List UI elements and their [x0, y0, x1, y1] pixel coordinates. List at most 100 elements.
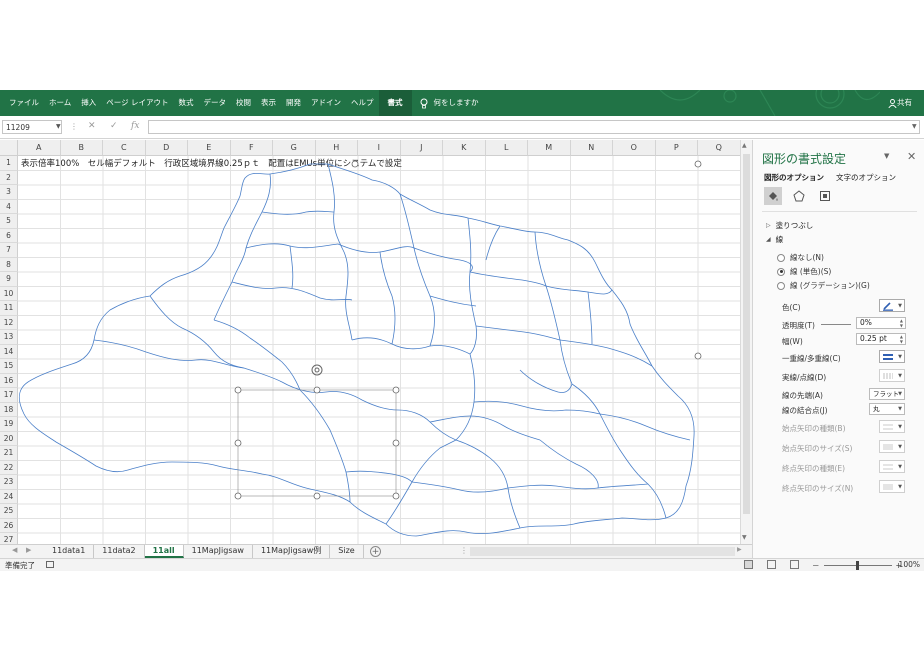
scroll-up-icon[interactable]: ▲ [742, 142, 747, 149]
formula-input[interactable] [148, 120, 920, 134]
next-sheet-icon[interactable]: ▶ [26, 546, 31, 554]
tab-formulas[interactable]: 数式 [174, 90, 199, 116]
map-border-38 [587, 291, 593, 345]
prev-sheet-icon[interactable]: ◀ [12, 546, 17, 554]
tab-text-options[interactable]: 文字のオプション [836, 172, 896, 183]
tab-view[interactable]: 表示 [256, 90, 281, 116]
radio-dot[interactable] [777, 281, 785, 290]
window-top-blank [0, 0, 924, 90]
pane-divider [762, 211, 917, 212]
line-color-button[interactable]: ▼ [879, 299, 905, 312]
pane-options-dropdown-icon[interactable]: ▼ [884, 152, 889, 160]
map-border-7 [243, 367, 363, 401]
expand-formula-bar-icon[interactable]: ▼ [912, 123, 917, 130]
resize-handle [694, 352, 702, 360]
tab-file[interactable]: ファイル [4, 90, 44, 116]
effects-icon[interactable] [790, 187, 808, 205]
sheet-tab-bar: ◀ ▶ 11data1 11data2 11all 11MapJigsaw 11… [0, 544, 752, 558]
tab-help[interactable]: ヘルプ [346, 90, 379, 116]
scroll-right-icon[interactable]: ▶ [737, 546, 742, 553]
zoom-slider-thumb[interactable] [855, 561, 859, 570]
resize-handle [313, 492, 321, 500]
fill-section-header[interactable]: ▷ 塗りつぶし [766, 220, 813, 231]
pane-title: 図形の書式設定 [762, 152, 847, 166]
transparency-input[interactable]: 0% ▲ ▼ [856, 317, 906, 329]
resize-handle [392, 492, 400, 500]
status-ready-label: 準備完了 [5, 561, 35, 570]
compound-type-button[interactable]: ▼ [879, 350, 905, 363]
join-type-select[interactable]: 丸 ▼ [869, 403, 905, 415]
enter-formula-icon[interactable]: ✓ [110, 121, 118, 131]
scroll-down-icon[interactable]: ▼ [742, 534, 747, 541]
name-box-dropdown-icon[interactable]: ▼ [56, 123, 61, 130]
normal-view-icon[interactable] [744, 560, 753, 569]
tab-home[interactable]: ホーム [44, 90, 76, 116]
end-arrow-type-button[interactable]: ▼ [879, 460, 905, 473]
radio-dot-selected[interactable] [777, 267, 785, 276]
tab-review[interactable]: 校閲 [231, 90, 256, 116]
sheet-tab-11mapjigsaw-example[interactable]: 11MapJigsaw例 [253, 545, 331, 558]
vertical-scrollbar[interactable]: ▲ ▼ [740, 140, 752, 544]
page-break-view-icon[interactable] [790, 560, 799, 569]
name-box[interactable]: 11209 [2, 120, 62, 134]
line-section-header[interactable]: ◢ 線 [766, 234, 783, 245]
pane-tabs: 図形のオプション 文字のオプション [764, 172, 896, 183]
size-properties-icon[interactable] [816, 187, 834, 205]
sheet-tab-size[interactable]: Size [330, 545, 364, 558]
begin-arrow-type-button[interactable]: ▼ [879, 420, 905, 433]
dash-type-button[interactable]: ▼ [879, 369, 905, 382]
tell-me-box[interactable]: 何をしますか [420, 90, 479, 116]
tab-developer[interactable]: 開発 [281, 90, 306, 116]
tab-insert[interactable]: 挿入 [76, 90, 101, 116]
chevron-down-icon: ▼ [898, 443, 902, 450]
tab-shape-options[interactable]: 図形のオプション [764, 172, 824, 183]
worksheet-grid[interactable]: ABCDEFGHIJKLMNOPQ 1 2 3 4 5 6 7 8 9 10 11 12 13 14 15 1… [0, 140, 740, 544]
cap-type-label: 線の先端(A) [782, 391, 823, 400]
zoom-percent[interactable]: 100% [899, 560, 920, 569]
sheet-tab-11all[interactable]: 11all [144, 545, 184, 558]
map-border-32 [289, 245, 294, 289]
add-sheet-button[interactable]: + [370, 546, 381, 557]
tab-page-layout[interactable]: ページ レイアウト [101, 90, 173, 116]
fill-line-icon[interactable] [764, 187, 782, 205]
view-switcher [744, 560, 799, 569]
tab-addins[interactable]: アドイン [306, 90, 346, 116]
chevron-down-icon: ▼ [898, 483, 902, 490]
share-button[interactable]: 共有 [888, 90, 912, 116]
prefecture-map-shape[interactable] [0, 140, 740, 544]
radio-dot[interactable] [777, 253, 785, 262]
sheet-tab-11data2[interactable]: 11data2 [94, 545, 145, 558]
zoom-out-button[interactable]: － [812, 560, 820, 571]
cancel-formula-icon[interactable]: ✕ [88, 121, 96, 131]
tab-data[interactable]: データ [199, 90, 232, 116]
sheet-tab-11data1[interactable]: 11data1 [44, 545, 95, 558]
formula-bar: 11209 ▼ ⋮ ✕ ✓ fx ▼ [0, 116, 924, 139]
radio-no-line[interactable]: 線なし(N) [777, 252, 824, 263]
radio-label: 線なし(N) [790, 253, 824, 262]
begin-arrow-size-button[interactable]: ▼ [879, 440, 905, 453]
map-border-16 [545, 285, 613, 295]
spinner-arrows-icon[interactable]: ▲ ▼ [900, 334, 903, 344]
horizontal-scrollbar[interactable] [470, 547, 735, 556]
map-border-19 [559, 339, 653, 367]
transparency-slider[interactable] [821, 324, 851, 325]
spinner-arrows-icon[interactable]: ▲ ▼ [900, 318, 903, 328]
page-layout-view-icon[interactable] [767, 560, 776, 569]
chevron-down-icon: ▼ [898, 391, 902, 397]
end-arrow-size-button[interactable]: ▼ [879, 480, 905, 493]
tab-split-handle-icon[interactable]: ⋮ [460, 546, 468, 555]
macro-record-icon[interactable] [46, 561, 54, 568]
cap-type-select[interactable]: フラット ▼ [869, 388, 905, 400]
chevron-down-icon: ▼ [898, 353, 902, 360]
zoom-slider[interactable] [823, 561, 892, 570]
close-icon[interactable]: ✕ [907, 150, 916, 163]
radio-solid-line[interactable]: 線 (単色)(S) [777, 266, 831, 277]
insert-function-icon[interactable]: fx [131, 121, 139, 131]
tab-format[interactable]: 書式 [378, 90, 412, 116]
width-input[interactable]: 0.25 pt ▲ ▼ [856, 333, 906, 345]
format-shape-pane: 図形の書式設定 ▼ ✕ 図形のオプション 文字のオプション ▷ 塗りつぶし ◢ … [752, 140, 924, 558]
sheet-tab-11mapjigsaw[interactable]: 11MapJigsaw [184, 545, 253, 558]
radio-gradient-line[interactable]: 線 (グラデーション)(G) [777, 280, 870, 291]
vertical-scroll-thumb[interactable] [743, 154, 750, 514]
map-border-9 [351, 337, 471, 355]
